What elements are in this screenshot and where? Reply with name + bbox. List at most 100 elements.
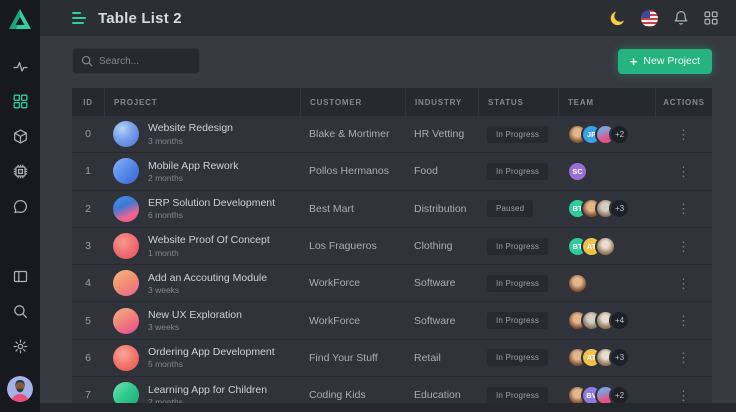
table-footer-strip: [40, 403, 736, 412]
status-badge: In Progress: [487, 238, 548, 255]
project-text: Website Proof Of Concept1 month: [148, 234, 270, 257]
actions-cell: ⋮: [655, 161, 712, 182]
project-icon: [113, 270, 139, 296]
project-duration: 2 months: [148, 173, 238, 183]
project-cell: Add an Accouting Module3 weeks: [104, 270, 300, 296]
cube-icon[interactable]: [13, 129, 28, 144]
row-id: 7: [72, 389, 104, 401]
user-avatar[interactable]: [7, 376, 33, 402]
status-cell: In Progress: [478, 126, 558, 143]
project-duration: 1 month: [148, 248, 270, 258]
project-text: Website Redesign3 months: [148, 122, 233, 145]
project-duration: 5 months: [148, 359, 275, 369]
bell-icon[interactable]: [673, 10, 689, 26]
table-row[interactable]: 5New UX Exploration3 weeksWorkForceSoftw…: [72, 302, 712, 339]
status-cell: Paused: [478, 200, 558, 217]
industry-cell: Education: [405, 389, 478, 401]
app-window: Table List 2: [0, 0, 736, 412]
chat-icon[interactable]: [13, 199, 28, 214]
customer-cell: Coding Kids: [300, 389, 405, 401]
status-cell: In Progress: [478, 349, 558, 366]
page-title: Table List 2: [98, 10, 182, 27]
moon-icon[interactable]: [609, 10, 626, 27]
project-name: Learning App for Children: [148, 384, 267, 397]
team-cell: SC: [558, 161, 655, 182]
table-row[interactable]: 3Website Proof Of Concept1 monthLos Frag…: [72, 228, 712, 265]
activity-icon[interactable]: [13, 59, 28, 74]
sidebar-nav-bottom: [7, 259, 33, 402]
project-cell: Ordering App Development5 months: [104, 345, 300, 371]
actions-cell: ⋮: [655, 310, 712, 331]
us-flag-icon[interactable]: [641, 10, 658, 27]
team-cell: BT+3: [558, 198, 655, 219]
project-cell: ERP Solution Development6 months: [104, 196, 300, 222]
sidebar: [0, 0, 40, 412]
search-input[interactable]: [99, 56, 189, 67]
status-badge: In Progress: [487, 126, 548, 143]
column-header-actions: ACTIONS: [655, 88, 712, 116]
row-actions-menu-icon[interactable]: ⋮: [669, 198, 698, 219]
industry-cell: Clothing: [405, 240, 478, 252]
table-row[interactable]: 2ERP Solution Development6 monthsBest Ma…: [72, 191, 712, 228]
project-text: ERP Solution Development6 months: [148, 197, 275, 220]
actions-cell: ⋮: [655, 236, 712, 257]
status-cell: In Progress: [478, 312, 558, 329]
plus-icon: +: [630, 55, 638, 68]
row-id: 1: [72, 165, 104, 177]
cpu-icon[interactable]: [13, 164, 28, 179]
new-project-button[interactable]: + New Project: [618, 49, 712, 74]
layout-icon[interactable]: [13, 269, 28, 284]
project-cell: New UX Exploration3 weeks: [104, 308, 300, 334]
gear-icon[interactable]: [13, 339, 28, 354]
actions-cell: ⋮: [655, 124, 712, 145]
table-row[interactable]: 1Mobile App Rework2 monthsPollos Hermano…: [72, 153, 712, 190]
team-cell: BTAT: [558, 236, 655, 257]
customer-cell: WorkForce: [300, 277, 405, 289]
team-cell: +4: [558, 310, 655, 331]
search-box: [72, 48, 200, 74]
customer-cell: WorkForce: [300, 315, 405, 327]
row-id: 2: [72, 203, 104, 215]
project-name: Website Redesign: [148, 122, 233, 135]
column-header-project: PROJECT: [104, 88, 300, 116]
team-avatar-more: +2: [609, 124, 630, 145]
project-icon: [113, 121, 139, 147]
status-cell: In Progress: [478, 163, 558, 180]
status-badge: In Progress: [487, 275, 548, 292]
project-name: Website Proof Of Concept: [148, 234, 270, 247]
row-actions-menu-icon[interactable]: ⋮: [669, 124, 698, 145]
project-icon: [113, 345, 139, 371]
apps-icon[interactable]: [704, 11, 718, 25]
table-header-row: IDPROJECTCUSTOMERINDUSTRYSTATUSTEAMACTIO…: [72, 88, 712, 116]
team-cell: AT+3: [558, 347, 655, 368]
column-header-industry: INDUSTRY: [405, 88, 478, 116]
search-icon[interactable]: [13, 304, 28, 319]
row-actions-menu-icon[interactable]: ⋮: [669, 161, 698, 182]
table-row[interactable]: 4Add an Accouting Module3 weeksWorkForce…: [72, 265, 712, 302]
team-avatar-photo: [595, 236, 616, 257]
sidebar-nav-top: [13, 49, 28, 224]
team-avatar-more: +3: [609, 198, 630, 219]
project-text: Mobile App Rework2 months: [148, 160, 238, 183]
table-row[interactable]: 6Ordering App Development5 monthsFind Yo…: [72, 340, 712, 377]
row-actions-menu-icon[interactable]: ⋮: [669, 310, 698, 331]
table-row[interactable]: 0Website Redesign3 monthsBlake & Mortime…: [72, 116, 712, 153]
column-header-customer: CUSTOMER: [300, 88, 405, 116]
row-actions-menu-icon[interactable]: ⋮: [669, 273, 698, 294]
dashboard-grid-icon[interactable]: [13, 94, 28, 109]
actions-cell: ⋮: [655, 347, 712, 368]
row-actions-menu-icon[interactable]: ⋮: [669, 236, 698, 257]
industry-cell: HR Vetting: [405, 128, 478, 140]
row-id: 3: [72, 240, 104, 252]
customer-cell: Blake & Mortimer: [300, 128, 405, 140]
team-cell: JP+2: [558, 124, 655, 145]
project-text: Ordering App Development5 months: [148, 346, 275, 369]
top-header: Table List 2: [40, 0, 736, 36]
menu-toggle-icon[interactable]: [72, 12, 86, 24]
app-logo[interactable]: [6, 5, 34, 33]
project-name: Add an Accouting Module: [148, 272, 267, 285]
project-cell: Mobile App Rework2 months: [104, 158, 300, 184]
new-project-label: New Project: [643, 55, 700, 67]
row-actions-menu-icon[interactable]: ⋮: [669, 347, 698, 368]
status-cell: In Progress: [478, 387, 558, 404]
